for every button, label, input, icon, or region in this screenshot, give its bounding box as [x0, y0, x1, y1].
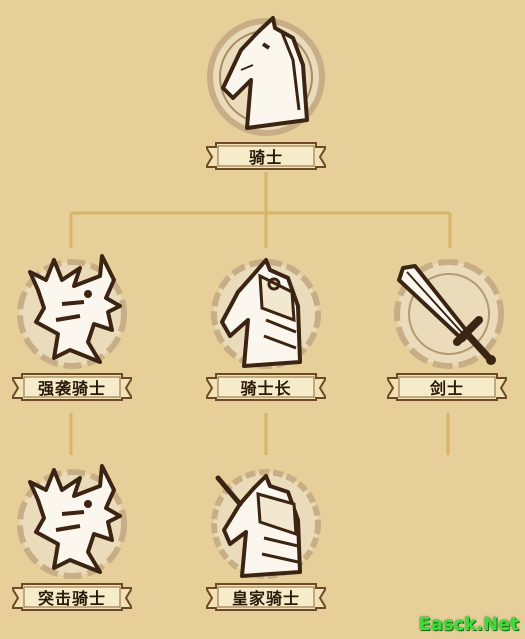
class-label: 骑士	[248, 148, 283, 167]
dragon-icon	[17, 254, 127, 369]
unicorn-knight-icon	[211, 469, 321, 579]
class-banner: 强袭骑士	[12, 372, 132, 402]
horse-icon	[207, 16, 325, 136]
class-banner: 骑士长	[206, 372, 326, 402]
class-label: 突击骑士	[37, 589, 106, 608]
class-banner: 突击骑士	[12, 582, 132, 612]
class-node-swordsman[interactable]: 剑士	[377, 250, 517, 410]
class-node-raid-knight[interactable]: 突击骑士	[2, 460, 142, 620]
watermark-text: Easck.Net	[418, 614, 519, 635]
class-label: 皇家骑士	[231, 589, 300, 608]
class-label: 强袭骑士	[37, 379, 106, 398]
class-label: 剑士	[429, 379, 464, 398]
class-node-knight[interactable]: 骑士	[196, 10, 336, 170]
class-tree: 骑士 强袭骑士 骑士长 剑士 突击骑士 皇家骑士	[0, 0, 525, 639]
class-banner: 剑士	[387, 372, 507, 402]
armored-horse-icon	[211, 258, 321, 369]
class-banner: 皇家骑士	[206, 582, 326, 612]
class-node-knight-captain[interactable]: 骑士长	[196, 250, 336, 410]
dragon-icon	[17, 464, 127, 579]
sword-icon	[394, 259, 504, 369]
class-node-royal-knight[interactable]: 皇家骑士	[196, 460, 336, 620]
class-banner: 骑士	[206, 141, 326, 171]
class-node-assault-knight[interactable]: 强袭骑士	[2, 250, 142, 410]
class-label: 骑士长	[240, 379, 292, 398]
